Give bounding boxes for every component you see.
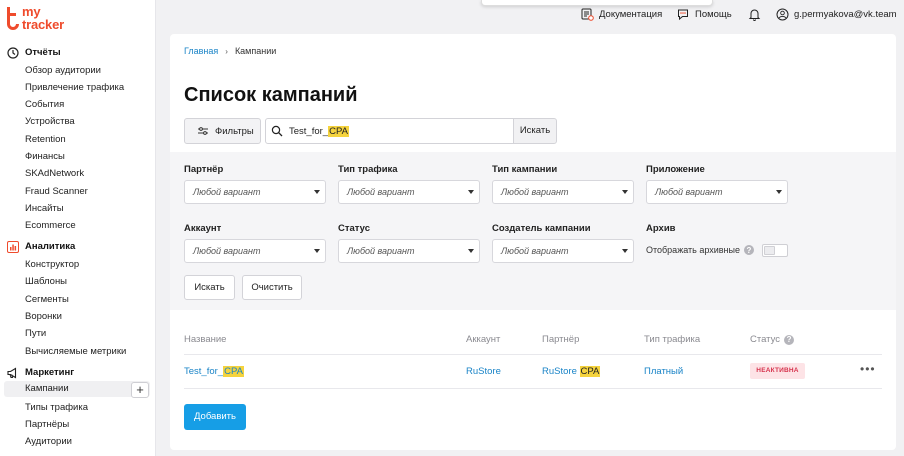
sidebar-item-traffic-types[interactable]: Типы трафика bbox=[25, 402, 88, 413]
account-select[interactable]: Любой вариант bbox=[184, 239, 326, 263]
table-divider bbox=[184, 388, 882, 389]
megaphone-icon bbox=[6, 366, 19, 379]
sidebar-section-marketing[interactable]: Маркетинг bbox=[6, 366, 74, 379]
sidebar-item-fraud-scanner[interactable]: Fraud Scanner bbox=[25, 186, 88, 197]
sidebar-item-audience-overview[interactable]: Обзор аудитории bbox=[25, 65, 101, 76]
archive-toggle[interactable] bbox=[762, 244, 788, 257]
status-badge: НЕАКТИВНА bbox=[750, 363, 805, 379]
campaign-type-filter-label: Тип кампании bbox=[492, 164, 558, 175]
help-question-icon[interactable]: ? bbox=[784, 334, 795, 345]
row-menu-icon[interactable]: ••• bbox=[860, 362, 876, 376]
search-button[interactable]: Искать bbox=[513, 118, 557, 144]
creator-select[interactable]: Любой вариант bbox=[492, 239, 634, 263]
campaign-type-select[interactable]: Любой вариант bbox=[492, 180, 634, 204]
clock-icon bbox=[6, 46, 19, 59]
toggle-knob bbox=[764, 246, 775, 255]
column-header-name: Название bbox=[184, 334, 227, 345]
add-campaign-plus-button[interactable]: + bbox=[131, 382, 149, 398]
campaign-name-link[interactable]: Test_for_CPA bbox=[184, 366, 244, 377]
creator-filter-label: Создатель кампании bbox=[492, 223, 591, 234]
top-bar: Документация Помощь g.permyakova@vk.team bbox=[156, 0, 904, 28]
mytracker-logo[interactable]: my tracker bbox=[5, 5, 75, 35]
partner-select[interactable]: Любой вариант bbox=[184, 180, 326, 204]
bell-icon bbox=[748, 8, 761, 21]
help-chat-icon bbox=[677, 8, 690, 21]
sliders-icon bbox=[198, 127, 208, 135]
sidebar-item-insights[interactable]: Инсайты bbox=[25, 203, 64, 214]
traffic-type-select[interactable]: Любой вариант bbox=[338, 180, 480, 204]
docs-icon bbox=[581, 8, 594, 21]
partner-filter-label: Партнёр bbox=[184, 164, 224, 175]
status-select[interactable]: Любой вариант bbox=[338, 239, 480, 263]
archive-filter-label: Архив bbox=[646, 223, 676, 234]
chevron-down-icon bbox=[622, 190, 628, 194]
chevron-down-icon bbox=[776, 190, 782, 194]
column-header-partner: Партнёр bbox=[542, 334, 580, 345]
sidebar-item-calculated-metrics[interactable]: Вычисляемые метрики bbox=[25, 346, 126, 357]
traffic-type-filter-label: Тип трафика bbox=[338, 164, 398, 175]
user-avatar-icon bbox=[776, 8, 789, 21]
breadcrumb-separator: › bbox=[225, 46, 228, 56]
sidebar-section-analytics[interactable]: Аналитика bbox=[6, 240, 75, 253]
sidebar: my tracker Отчёты Обзор аудитории Привле… bbox=[0, 0, 156, 456]
logo-mark-icon bbox=[7, 7, 19, 30]
chevron-down-icon bbox=[468, 190, 474, 194]
search-icon bbox=[271, 125, 283, 137]
sidebar-item-ecommerce[interactable]: Ecommerce bbox=[25, 220, 76, 231]
sidebar-item-funnels[interactable]: Воронки bbox=[25, 311, 62, 322]
filters-button[interactable]: Фильтры bbox=[184, 118, 261, 144]
campaign-partner-link[interactable]: RuStore CPA bbox=[542, 366, 601, 377]
table-divider bbox=[184, 354, 882, 355]
sidebar-item-constructor[interactable]: Конструктор bbox=[25, 259, 79, 270]
overlay-window-edge bbox=[481, 0, 713, 6]
sidebar-item-partners[interactable]: Партнёры bbox=[25, 419, 69, 430]
sidebar-section-reports[interactable]: Отчёты bbox=[6, 46, 61, 59]
app-select[interactable]: Любой вариант bbox=[646, 180, 788, 204]
sidebar-item-traffic[interactable]: Привлечение трафика bbox=[25, 82, 124, 93]
column-header-account: Аккаунт bbox=[466, 334, 501, 345]
logo-text: my tracker bbox=[22, 4, 64, 32]
sidebar-item-retention[interactable]: Retention bbox=[25, 134, 66, 145]
chevron-down-icon bbox=[314, 190, 320, 194]
sidebar-item-audiences[interactable]: Аудитории bbox=[25, 436, 72, 447]
app-filter-label: Приложение bbox=[646, 164, 705, 175]
apply-filters-button[interactable]: Искать bbox=[184, 275, 235, 300]
account-filter-label: Аккаунт bbox=[184, 223, 222, 234]
notifications-button[interactable] bbox=[748, 8, 766, 21]
column-header-traffic: Тип трафика bbox=[644, 334, 701, 345]
help-question-icon[interactable]: ? bbox=[744, 245, 754, 255]
page-title: Список кампаний bbox=[184, 84, 358, 106]
chevron-down-icon bbox=[468, 249, 474, 253]
sidebar-item-skadnetwork[interactable]: SKAdNetwork bbox=[25, 168, 84, 179]
breadcrumb: Главная › Кампании bbox=[184, 46, 276, 56]
chevron-down-icon bbox=[314, 249, 320, 253]
sidebar-item-campaigns[interactable]: Кампании bbox=[4, 381, 150, 397]
add-campaign-button[interactable]: Добавить bbox=[184, 404, 246, 430]
breadcrumb-current: Кампании bbox=[234, 46, 277, 56]
sidebar-item-segments[interactable]: Сегменты bbox=[25, 294, 69, 305]
archive-toggle-label: Отображать архивные ? bbox=[646, 245, 754, 255]
user-menu[interactable]: g.permyakova@vk.team bbox=[776, 8, 897, 21]
campaign-account-link[interactable]: RuStore bbox=[466, 366, 501, 377]
column-header-status: Статус ? bbox=[750, 334, 795, 345]
sidebar-item-templates[interactable]: Шаблоны bbox=[25, 276, 67, 287]
main-card: Главная › Кампании Список кампаний Фильт… bbox=[170, 34, 896, 450]
sidebar-item-finance[interactable]: Финансы bbox=[25, 151, 65, 162]
docs-link[interactable]: Документация bbox=[581, 8, 662, 21]
chevron-down-icon bbox=[622, 249, 628, 253]
sidebar-item-events[interactable]: События bbox=[25, 99, 64, 110]
search-input[interactable]: Test_for_CPA bbox=[265, 118, 514, 144]
sidebar-item-devices[interactable]: Устройства bbox=[25, 116, 75, 127]
breadcrumb-home-link[interactable]: Главная bbox=[184, 46, 218, 56]
campaign-traffic-link[interactable]: Платный bbox=[644, 366, 683, 377]
status-filter-label: Статус bbox=[338, 223, 371, 234]
chart-icon bbox=[6, 240, 19, 253]
clear-filters-button[interactable]: Очистить bbox=[242, 275, 302, 300]
help-link[interactable]: Помощь bbox=[677, 8, 732, 21]
search-value: Test_for_CPA bbox=[289, 125, 349, 137]
sidebar-item-paths[interactable]: Пути bbox=[25, 328, 46, 339]
